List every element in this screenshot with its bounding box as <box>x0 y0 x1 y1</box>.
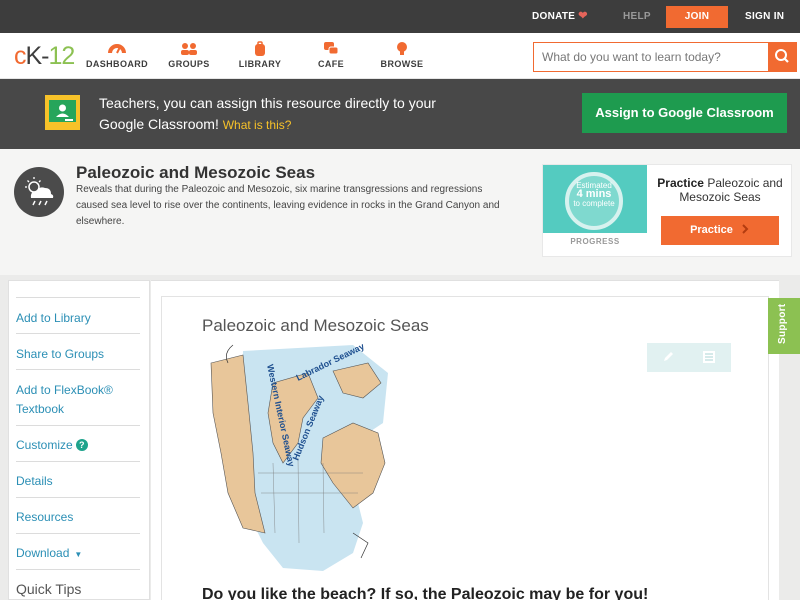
nav-browse-label: BROWSE <box>380 59 424 69</box>
practice-card: Estimated 4 mins to complete PROGRESS Pr… <box>542 164 792 257</box>
lesson-title: Paleozoic and Mesozoic Seas <box>202 316 429 335</box>
north-america-seaway-map: Western Interior Seaway Labrador Seaway … <box>203 343 393 575</box>
sign-in-link[interactable]: SIGN IN <box>745 0 784 33</box>
assign-google-classroom-button[interactable]: Assign to Google Classroom <box>582 93 787 133</box>
nav-cafe-label: CAFE <box>317 59 345 69</box>
nav-library-label: LIBRARY <box>238 59 282 69</box>
sidebar-resources[interactable]: Resources <box>16 508 140 527</box>
concept-description: Reveals that during the Paleozoic and Me… <box>76 184 500 227</box>
sidebar-add-to-flexbook[interactable]: Add to FlexBook® Textbook <box>16 381 140 419</box>
nav-dashboard[interactable]: DASHBOARD <box>82 41 152 69</box>
sidebar-download[interactable]: Download ▼ <box>16 544 140 564</box>
nav-cafe[interactable]: CAFE <box>296 41 366 69</box>
chat-bubbles-icon <box>324 42 339 55</box>
lesson-tools <box>647 343 731 372</box>
download-label: Download <box>16 546 70 560</box>
logo-n: 12 <box>48 42 76 70</box>
action-sidebar: Add to Library Share to Groups Add to Fl… <box>8 280 150 600</box>
progress-label: PROGRESS <box>570 237 620 246</box>
practice-word: Practice <box>657 176 704 190</box>
logo-c: c <box>14 42 26 70</box>
customize-label: Customize <box>16 438 73 452</box>
main-header: cK-12 DASHBOARD GROUPS LIBRARY CAFE BROW… <box>0 33 800 79</box>
top-utility-bar: DONATE ❤ HELP JOIN SIGN IN <box>0 0 800 33</box>
banner-text: Teachers, you can assign this resource d… <box>99 93 479 136</box>
concept-title: Paleozoic and Mesozoic Seas <box>76 163 316 182</box>
search-icon <box>775 49 789 63</box>
donate-link[interactable]: DONATE ❤ <box>532 0 588 33</box>
nav-browse[interactable]: BROWSE <box>367 41 437 69</box>
sidebar-divider <box>16 461 140 462</box>
sidebar-divider <box>16 369 140 370</box>
sidebar-divider <box>16 533 140 534</box>
notes-icon[interactable] <box>702 350 716 364</box>
what-is-this-link[interactable]: What is this? <box>223 118 292 132</box>
quick-tips-heading: Quick Tips <box>16 581 82 597</box>
sidebar-add-to-library[interactable]: Add to Library <box>16 309 140 328</box>
sidebar-divider <box>16 425 140 426</box>
gauge-icon <box>108 44 126 54</box>
practice-title: Practice Paleozoic and Mesozoic Seas <box>653 176 787 204</box>
concept-header: Paleozoic and Mesozoic Seas Reveals that… <box>0 149 800 275</box>
ck12-logo[interactable]: cK-12 <box>14 42 76 70</box>
pencil-icon[interactable] <box>661 350 675 364</box>
sidebar-divider <box>16 569 140 570</box>
sidebar-divider <box>16 297 140 298</box>
weather-icon <box>14 167 64 217</box>
practice-button[interactable]: Practice <box>661 216 779 245</box>
chevron-right-icon <box>742 224 749 234</box>
search-input[interactable] <box>534 43 768 71</box>
lightbulb-icon <box>397 42 407 55</box>
lesson-teaser-heading: Do you like the beach? If so, the Paleoz… <box>202 586 649 600</box>
to-complete-label: to complete <box>573 199 615 208</box>
content-panel: Paleozoic and Mesozoic Seas Western Inte… <box>151 280 779 600</box>
sidebar-divider <box>16 333 140 334</box>
sidebar-divider <box>16 497 140 498</box>
search-button[interactable] <box>768 43 796 71</box>
nav-library[interactable]: LIBRARY <box>225 41 295 69</box>
nav-groups-label: GROUPS <box>168 59 210 69</box>
join-button[interactable]: JOIN <box>666 6 728 28</box>
google-classroom-icon <box>45 95 80 130</box>
support-label: Support <box>777 303 788 344</box>
sidebar-details[interactable]: Details <box>16 472 140 491</box>
logo-k: K- <box>25 42 50 70</box>
nav-groups[interactable]: GROUPS <box>154 41 224 69</box>
help-link[interactable]: HELP <box>623 0 651 33</box>
help-question-icon[interactable]: ? <box>75 439 88 451</box>
sidebar-customize[interactable]: Customize? <box>16 436 140 455</box>
estimated-time: Estimated 4 mins to complete <box>565 181 623 208</box>
teacher-banner: Teachers, you can assign this resource d… <box>0 79 800 149</box>
heart-icon: ❤ <box>578 10 588 22</box>
sidebar-share-to-groups[interactable]: Share to Groups <box>16 345 140 364</box>
donate-label: DONATE <box>532 11 576 22</box>
people-icon <box>181 43 197 55</box>
practice-button-label: Practice <box>690 224 733 236</box>
nav-dashboard-label: DASHBOARD <box>85 59 149 69</box>
main-area: Add to Library Share to Groups Add to Fl… <box>0 275 800 600</box>
lesson-card: Paleozoic and Mesozoic Seas Western Inte… <box>161 296 769 600</box>
support-tab[interactable]: Support <box>768 298 800 354</box>
estimated-mins: 4 mins <box>576 188 612 200</box>
search-box <box>533 42 797 72</box>
caret-down-icon: ▼ <box>74 550 83 559</box>
backpack-icon <box>255 41 265 56</box>
